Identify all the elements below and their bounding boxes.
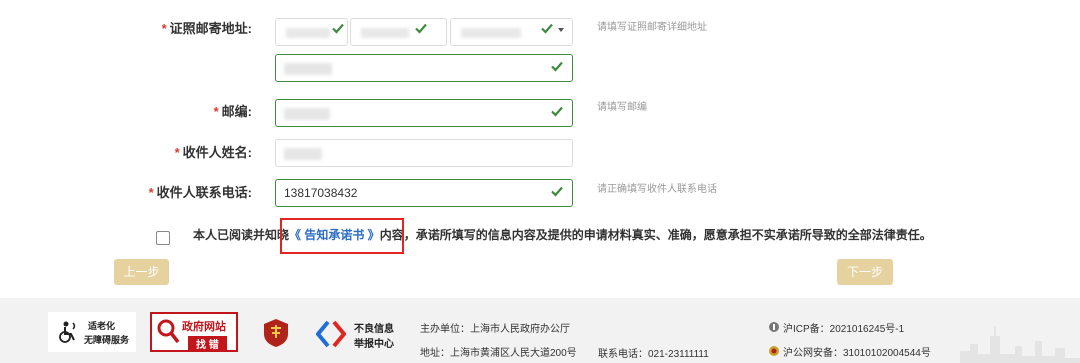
magnifier-icon [157,319,180,344]
address-label: * 证照邮寄地址: [161,21,252,36]
recipient-value [284,148,322,160]
report-center-logo-icon [316,320,346,348]
postcode-label: * 邮编: [213,104,252,119]
phone-value: 13817038432 [284,186,358,200]
accessibility-icon [59,321,76,343]
application-form: * 证照邮寄地址: 请填写证照邮寄详细地址 * 邮编: 请填写邮编 * 收件人姓名: … [0,0,1080,298]
address-info: 地址：上海市黄浦区人民大道200号 [420,348,577,359]
agreement-row: 本人已阅读并知晓《 告知承诺书 》内容，承诺所填写的信息内容及提供的申请材料真实… [0,222,1080,252]
district-select[interactable] [450,18,573,46]
footer: 适老化 无障碍服务 政府网站 找 错 不良信息 举报中心 主办单位：上海市人民政… [0,298,1080,363]
phone-label: * 收件人联系电话: [148,185,252,200]
phone-check-icon [550,184,564,198]
elder-friendly-service-link[interactable]: 适老化 无障碍服务 [48,312,136,352]
province-check-icon [331,21,345,35]
postcode-input[interactable] [275,99,573,127]
prev-step-button[interactable]: 上一步 [114,259,169,285]
detail-address-check-icon [550,59,564,73]
recipient-input[interactable] [275,139,573,167]
skyline-decoration [960,326,1080,363]
police-badge-icon [769,346,779,356]
district-check-icon [540,21,554,35]
bad-info-report-center-link[interactable]: 不良信息 举报中心 [316,318,406,352]
detail-address-input[interactable] [275,54,573,82]
phone-hint: 请正确填写收件人联系电话 [597,184,717,195]
province-select[interactable] [275,18,348,46]
address-hint: 请填写证照邮寄详细地址 [597,22,707,33]
city-select[interactable] [350,18,447,46]
phone-input[interactable]: 13817038432 [275,179,573,207]
icp-info[interactable]: 沪ICP备：2021016245号-1 [783,320,904,335]
gov-website-error-report-link[interactable]: 政府网站 找 错 [150,312,238,352]
postcode-hint: 请填写邮编 [597,102,647,113]
district-value [461,28,521,38]
province-value [286,28,330,38]
host-info: 主办单位：上海市人民政府办公厅 [420,324,570,335]
city-check-icon [414,21,428,35]
chevron-down-icon [558,28,564,32]
tel-info: 联系电话：021-23111111 [598,349,709,360]
police-info[interactable]: 沪公网安备：31010102004544号 [783,344,931,359]
city-value [361,28,409,38]
detail-address-value [284,63,332,75]
agreement-checkbox[interactable] [156,231,170,245]
icp-icon [769,322,779,332]
recipient-label: * 收件人姓名: [174,145,252,160]
party-emblem-icon[interactable] [262,318,290,348]
next-step-button[interactable]: 下一步 [837,259,893,285]
highlight-box [280,218,404,254]
postcode-value [284,108,330,120]
postcode-check-icon [550,104,564,118]
